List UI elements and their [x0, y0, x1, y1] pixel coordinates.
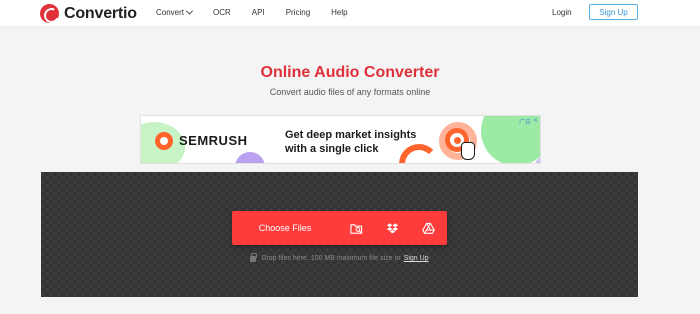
- ad-badge-label: 广告: [518, 120, 531, 126]
- google-drive-icon: [421, 222, 435, 234]
- signup-button[interactable]: Sign Up: [589, 4, 638, 20]
- semrush-logo-icon: [155, 132, 173, 150]
- choose-files-button[interactable]: Choose Files: [232, 223, 338, 233]
- from-google-drive-button[interactable]: [410, 211, 446, 245]
- ad-banner[interactable]: SEMRUSH Get deep market insights with a …: [140, 115, 541, 164]
- ad-decoration: [454, 137, 461, 144]
- ad-copy: Get deep market insights with a single c…: [285, 128, 416, 156]
- main-nav: Convert OCR API Pricing Help: [156, 7, 348, 17]
- from-dropbox-button[interactable]: [374, 211, 410, 245]
- nav-ocr[interactable]: OCR: [213, 8, 231, 17]
- folder-search-icon: [349, 223, 362, 234]
- dropzone-hint-text: Drop files here. 100 MB maximum file siz…: [261, 255, 401, 262]
- nav-convert[interactable]: Convert: [156, 7, 194, 17]
- lock-icon: [250, 252, 258, 262]
- nav-help-label: Help: [331, 8, 348, 17]
- file-dropzone[interactable]: Choose Files Drop files here. 100 MB max…: [41, 172, 638, 297]
- page-subtitle: Convert audio files of any formats onlin…: [269, 87, 431, 97]
- nav-convert-label: Convert: [156, 8, 185, 17]
- dropbox-icon: [386, 222, 398, 233]
- chevron-down-icon: [185, 7, 194, 15]
- ad-line-2: with a single click: [285, 143, 379, 155]
- nav-ocr-label: OCR: [213, 8, 231, 17]
- convertio-logo-icon: [40, 4, 59, 23]
- close-icon[interactable]: ✕: [533, 117, 538, 126]
- nav-help[interactable]: Help: [331, 8, 347, 17]
- dropzone-hint: Drop files here. 100 MB maximum file siz…: [41, 252, 638, 262]
- pointer-hand-icon: [461, 142, 475, 160]
- top-header: Convertio Convert OCR API Pricing Help L…: [0, 0, 700, 27]
- hint-signup-link[interactable]: Sign Up: [404, 255, 429, 262]
- brand-logo[interactable]: Convertio: [40, 4, 137, 23]
- nav-api-label: API: [251, 8, 265, 17]
- from-computer-button[interactable]: [338, 211, 374, 245]
- brand-name: Convertio: [64, 4, 137, 22]
- login-link[interactable]: Login: [552, 8, 572, 17]
- ad-choices-badge[interactable]: 广告 ✕: [519, 117, 538, 126]
- ad-line-1: Get deep market insights: [285, 129, 417, 141]
- nav-pricing-label: Pricing: [285, 8, 311, 17]
- choose-files-group: Choose Files: [232, 211, 447, 245]
- ad-brand: SEMRUSH: [179, 133, 248, 148]
- ad-decoration: [235, 152, 265, 163]
- page-title: Online Audio Converter: [260, 64, 440, 81]
- nav-pricing[interactable]: Pricing: [286, 8, 310, 17]
- nav-api[interactable]: API: [252, 8, 265, 17]
